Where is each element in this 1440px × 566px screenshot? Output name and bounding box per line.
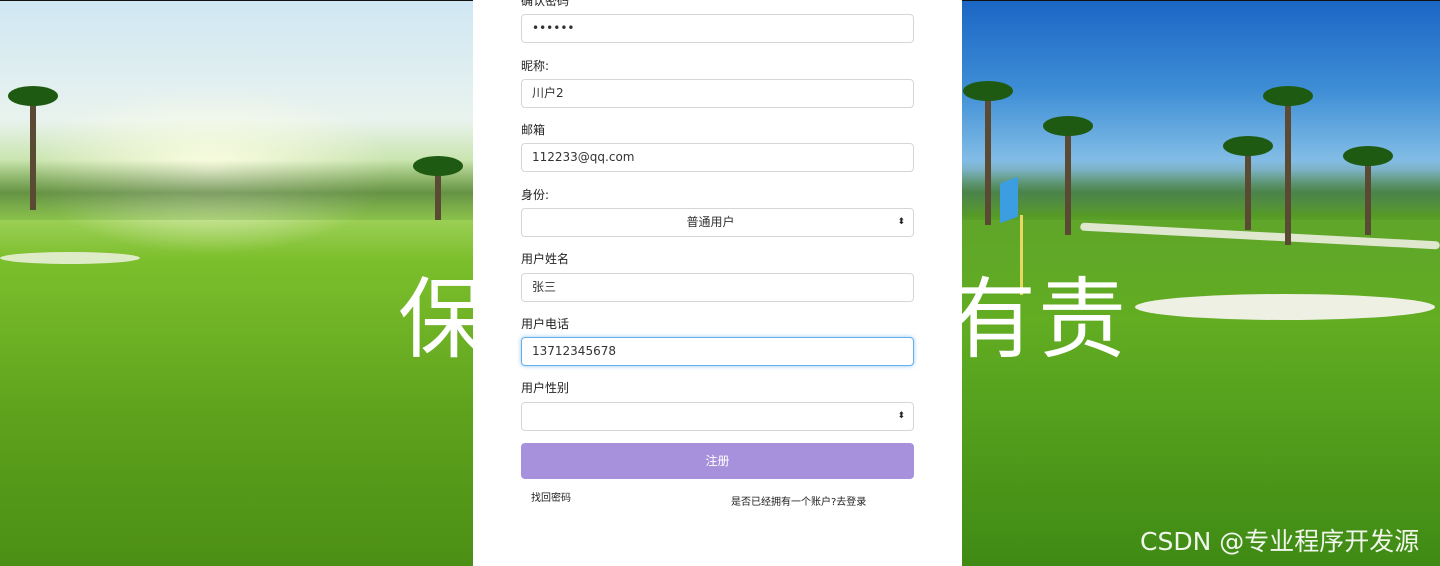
role-select[interactable]: 普通用户 ⬍ — [521, 208, 914, 237]
nickname-input[interactable]: 川户2 — [521, 79, 914, 108]
gender-select[interactable]: ⬍ — [521, 402, 914, 431]
golf-flag — [1000, 176, 1018, 224]
background-sand-trap — [1135, 294, 1435, 320]
palm-tree — [8, 86, 58, 210]
watermark: CSDN @专业程序开发源 — [1140, 527, 1420, 556]
role-select-value: 普通用户 — [686, 215, 735, 229]
nickname-label: 昵称: — [521, 59, 550, 73]
phone-input[interactable]: 13712345678 — [521, 337, 914, 366]
register-panel: 确认密码 •••••• 昵称: 川户2 邮箱 112233@qq.com 身份:… — [473, 0, 962, 566]
role-label: 身份: — [521, 188, 550, 202]
palm-tree — [413, 156, 463, 220]
palm-tree — [1343, 146, 1393, 235]
real-name-input[interactable]: 张三 — [521, 273, 914, 302]
background-sand-trap — [0, 252, 140, 264]
login-link[interactable]: 是否已经拥有一个账户?去登录 — [731, 493, 866, 508]
palm-tree — [963, 81, 1013, 225]
palm-tree — [1043, 116, 1093, 235]
banner-text-right: 有责 — [948, 268, 1129, 371]
select-caret-icon: ⬍ — [897, 217, 905, 227]
real-name-label: 用户姓名 — [521, 252, 570, 266]
register-button[interactable]: 注册 — [521, 443, 914, 479]
confirm-password-label: 确认密码 — [521, 0, 570, 8]
phone-label: 用户电话 — [521, 317, 570, 331]
palm-tree — [1263, 86, 1313, 245]
palm-tree — [1223, 136, 1273, 230]
confirm-password-input[interactable]: •••••• — [521, 14, 914, 43]
email-label: 邮箱 — [521, 123, 546, 137]
email-input[interactable]: 112233@qq.com — [521, 143, 914, 172]
gender-label: 用户性别 — [521, 381, 570, 395]
forgot-password-link[interactable]: 找回密码 — [531, 489, 571, 504]
select-caret-icon: ⬍ — [897, 411, 905, 421]
